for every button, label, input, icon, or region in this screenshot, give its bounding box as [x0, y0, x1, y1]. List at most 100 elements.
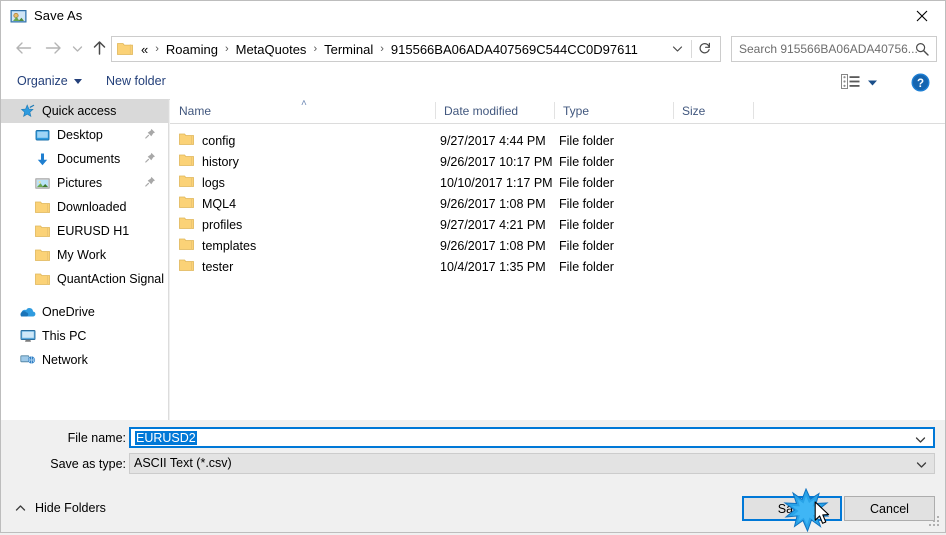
save-button[interactable]: Save — [742, 496, 842, 521]
file-name-cell[interactable]: MQL4 — [179, 195, 236, 212]
folder-icon — [179, 216, 194, 233]
file-name-cell[interactable]: logs — [179, 174, 225, 191]
forward-button[interactable] — [39, 35, 67, 63]
chevron-down-icon — [73, 78, 82, 84]
table-row[interactable]: tester 10/4/2017 1:35 PM File folder — [170, 256, 945, 277]
recent-locations-button[interactable] — [67, 35, 87, 63]
new-folder-button[interactable]: New folder — [106, 74, 166, 88]
sidebar-item-my-work[interactable]: My Work — [1, 243, 168, 267]
table-row[interactable]: templates 9/26/2017 1:08 PM File folder — [170, 235, 945, 256]
sidebar-item-documents[interactable]: Documents — [1, 147, 168, 171]
sidebar-item-label: QuantAction Signal — [57, 272, 165, 286]
refresh-button[interactable] — [692, 37, 718, 61]
close-button[interactable] — [899, 1, 945, 31]
breadcrumb-separator: › — [155, 42, 159, 55]
pin-icon[interactable] — [145, 152, 156, 166]
breadcrumb-item-2[interactable]: MetaQuotes — [234, 42, 309, 57]
star-pin-icon — [19, 103, 36, 120]
close-icon — [916, 10, 928, 22]
search-input[interactable]: Search 915566BA06ADA40756... — [739, 42, 918, 56]
sidebar-item-onedrive[interactable]: OneDrive — [1, 300, 168, 324]
sidebar-item-label: Network — [42, 353, 88, 367]
arrow-right-icon — [45, 41, 62, 58]
file-name-input[interactable]: EURUSD2 — [129, 427, 935, 448]
file-type-cell: File folder — [559, 154, 614, 169]
folder-icon — [179, 174, 194, 191]
file-name-cell[interactable]: templates — [179, 237, 256, 254]
folder-icon — [179, 195, 194, 212]
folder-icon — [34, 223, 51, 240]
column-header-date-modified[interactable]: Date modified — [435, 99, 554, 122]
up-button[interactable] — [85, 35, 113, 63]
navigation-pane[interactable]: Quick access Desktop Documents Pictures … — [1, 99, 169, 420]
table-row[interactable]: history 9/26/2017 10:17 PM File folder — [170, 151, 945, 172]
save-as-type-select[interactable]: ASCII Text (*.csv) — [129, 453, 935, 474]
sidebar-item-label: Pictures — [57, 176, 103, 190]
file-date-cell: 9/26/2017 10:17 PM — [440, 154, 553, 169]
file-name-value[interactable]: EURUSD2 — [135, 431, 197, 445]
column-header-size[interactable]: Size — [673, 99, 753, 122]
window-title: Save As — [34, 8, 83, 23]
resize-grip-icon[interactable] — [928, 516, 941, 529]
change-view-button[interactable] — [841, 74, 878, 92]
documents-icon — [34, 151, 51, 168]
hide-folders-button[interactable]: Hide Folders — [15, 501, 106, 515]
help-button[interactable]: ? — [911, 73, 930, 95]
breadcrumb-item-3[interactable]: Terminal — [322, 42, 375, 57]
sidebar-item-downloaded[interactable]: Downloaded — [1, 195, 168, 219]
file-name-label: profiles — [202, 217, 243, 232]
sidebar-item-quick-access[interactable]: Quick access — [1, 99, 168, 123]
table-row[interactable]: MQL4 9/26/2017 1:08 PM File folder — [170, 193, 945, 214]
file-name-cell[interactable]: history — [179, 153, 239, 170]
breadcrumb-item-1[interactable]: Roaming — [164, 42, 220, 57]
sidebar-item-eurusd-h1[interactable]: EURUSD H1 — [1, 219, 168, 243]
file-date-cell: 10/10/2017 1:17 PM — [440, 175, 553, 190]
table-row[interactable]: logs 10/10/2017 1:17 PM File folder — [170, 172, 945, 193]
file-date-cell: 10/4/2017 1:35 PM — [440, 259, 546, 274]
new-folder-label: New folder — [106, 74, 166, 88]
cancel-button[interactable]: Cancel — [844, 496, 935, 521]
sidebar-item-network[interactable]: Network — [1, 348, 168, 372]
file-type-cell: File folder — [559, 217, 614, 232]
chevron-down-icon — [867, 76, 878, 90]
column-header-name[interactable]: Name — [170, 99, 435, 122]
organize-button[interactable]: Organize — [17, 74, 82, 88]
file-name-cell[interactable]: profiles — [179, 216, 242, 233]
chevron-down-icon — [672, 42, 683, 56]
table-row[interactable]: config 9/27/2017 4:44 PM File folder — [170, 130, 945, 151]
cancel-button-label: Cancel — [870, 501, 909, 516]
sidebar-item-label: Desktop — [57, 128, 103, 142]
table-row[interactable]: profiles 9/27/2017 4:21 PM File folder — [170, 214, 945, 235]
arrow-left-icon — [15, 41, 32, 58]
search-icon — [915, 42, 929, 59]
search-box[interactable]: Search 915566BA06ADA40756... — [731, 36, 937, 62]
sidebar-item-quantaction-signal[interactable]: QuantAction Signal — [1, 267, 168, 291]
file-date-cell: 9/26/2017 1:08 PM — [440, 238, 546, 253]
chevron-down-icon[interactable] — [916, 458, 927, 472]
refresh-icon — [698, 41, 712, 58]
column-divider[interactable] — [753, 102, 754, 119]
save-as-icon — [10, 8, 27, 25]
chevron-down-icon — [72, 42, 83, 56]
breadcrumb-item-4[interactable]: 915566BA06ADA407569C544CC0D97611 — [389, 42, 640, 57]
file-name-cell[interactable]: config — [179, 132, 235, 149]
pin-icon[interactable] — [145, 176, 156, 190]
file-name-cell[interactable]: tester — [179, 258, 233, 275]
address-bar[interactable]: « › Roaming › MetaQuotes › Terminal › 91… — [111, 36, 721, 62]
breadcrumb-item-0[interactable]: « — [139, 42, 150, 57]
file-date-cell: 9/27/2017 4:21 PM — [440, 217, 546, 232]
file-date-cell: 9/27/2017 4:44 PM — [440, 133, 546, 148]
back-button[interactable] — [9, 35, 37, 63]
column-header-type[interactable]: Type — [554, 99, 673, 122]
pin-icon[interactable] — [145, 128, 156, 142]
folder-icon — [34, 199, 51, 216]
file-list-header: ˄ Name Date modified Type Size — [170, 99, 945, 124]
folder-icon — [34, 271, 51, 288]
file-list-pane[interactable]: ˄ Name Date modified Type Size config 9/… — [170, 99, 945, 420]
chevron-down-icon[interactable] — [915, 433, 926, 447]
sidebar-item-pictures[interactable]: Pictures — [1, 171, 168, 195]
address-dropdown-button[interactable] — [666, 37, 688, 61]
sidebar-item-this-pc[interactable]: This PC — [1, 324, 168, 348]
sidebar-item-desktop[interactable]: Desktop — [1, 123, 168, 147]
